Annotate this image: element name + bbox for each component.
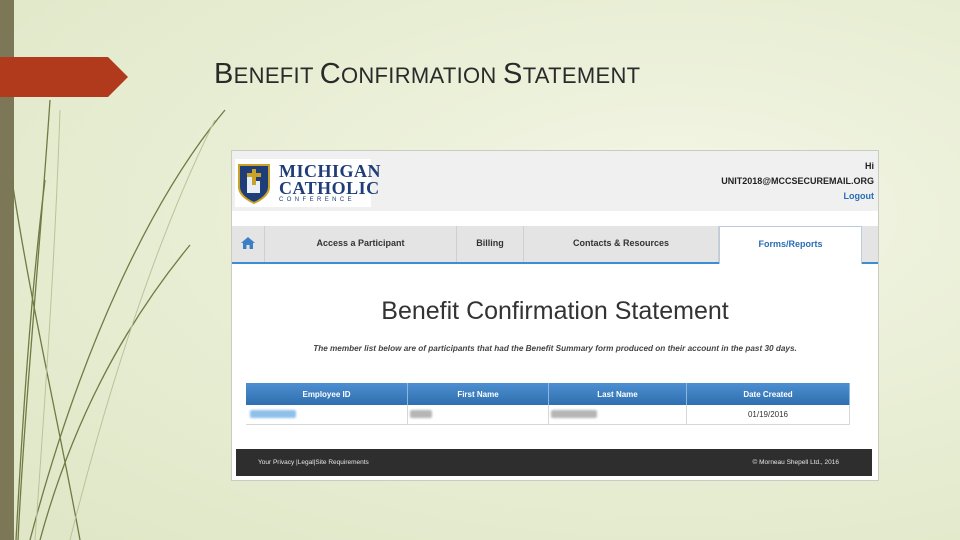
greeting: Hi bbox=[865, 161, 874, 171]
nav-access-participant[interactable]: Access a Participant bbox=[265, 226, 457, 262]
column-header-last-name[interactable]: Last Name bbox=[548, 383, 687, 405]
home-icon bbox=[241, 237, 255, 249]
title-accent-arrow bbox=[0, 57, 128, 97]
table-row[interactable]: 01/19/2016 bbox=[246, 405, 850, 425]
nav-home[interactable] bbox=[232, 226, 265, 262]
main-nav: Access a Participant Billing Contacts & … bbox=[232, 226, 878, 264]
column-header-date-created[interactable]: Date Created bbox=[686, 383, 850, 405]
app-footer: Your Privacy |Legal|Site Requirements © … bbox=[236, 449, 872, 476]
page-description: The member list below are of participant… bbox=[313, 344, 797, 353]
logo[interactable]: MICHIGAN CATHOLIC CONFERENCE bbox=[235, 159, 381, 207]
cell-first-name bbox=[407, 405, 549, 425]
logo-line-2: CATHOLIC bbox=[279, 178, 380, 198]
table-header-row: Employee ID First Name Last Name Date Cr… bbox=[246, 383, 850, 405]
app-screenshot: MICHIGAN CATHOLIC CONFERENCE Hi UNIT2018… bbox=[231, 150, 879, 481]
cell-last-name bbox=[548, 405, 687, 425]
nav-billing[interactable]: Billing bbox=[457, 226, 524, 262]
page-title: Benefit Confirmation Statement bbox=[381, 297, 729, 325]
nav-contacts-resources[interactable]: Contacts & Resources bbox=[524, 226, 719, 262]
nav-forms-reports[interactable]: Forms/Reports bbox=[719, 226, 862, 264]
user-area: Hi UNIT2018@MCCSECUREMAIL.ORG Logout bbox=[721, 159, 874, 204]
redacted-value bbox=[410, 409, 432, 418]
redacted-value bbox=[551, 409, 597, 418]
cell-date-created: 01/19/2016 bbox=[686, 405, 850, 425]
participants-table: Employee ID First Name Last Name Date Cr… bbox=[246, 383, 850, 425]
logout-link[interactable]: Logout bbox=[721, 189, 875, 204]
column-header-employee-id[interactable]: Employee ID bbox=[246, 383, 408, 405]
footer-copyright: © Morneau Shepell Ltd., 2016 bbox=[752, 459, 839, 466]
column-header-first-name[interactable]: First Name bbox=[407, 383, 549, 405]
cell-employee-id[interactable] bbox=[246, 405, 408, 425]
slide-title: BENEFIT CONFIRMATION STATEMENT bbox=[214, 58, 641, 90]
redacted-value bbox=[250, 409, 296, 418]
logo-line-3: CONFERENCE bbox=[279, 197, 356, 203]
shield-cross-icon bbox=[238, 164, 270, 205]
footer-links[interactable]: Your Privacy |Legal|Site Requirements bbox=[258, 459, 369, 466]
user-email: UNIT2018@MCCSECUREMAIL.ORG bbox=[721, 176, 874, 186]
app-header: MICHIGAN CATHOLIC CONFERENCE Hi UNIT2018… bbox=[232, 151, 878, 211]
